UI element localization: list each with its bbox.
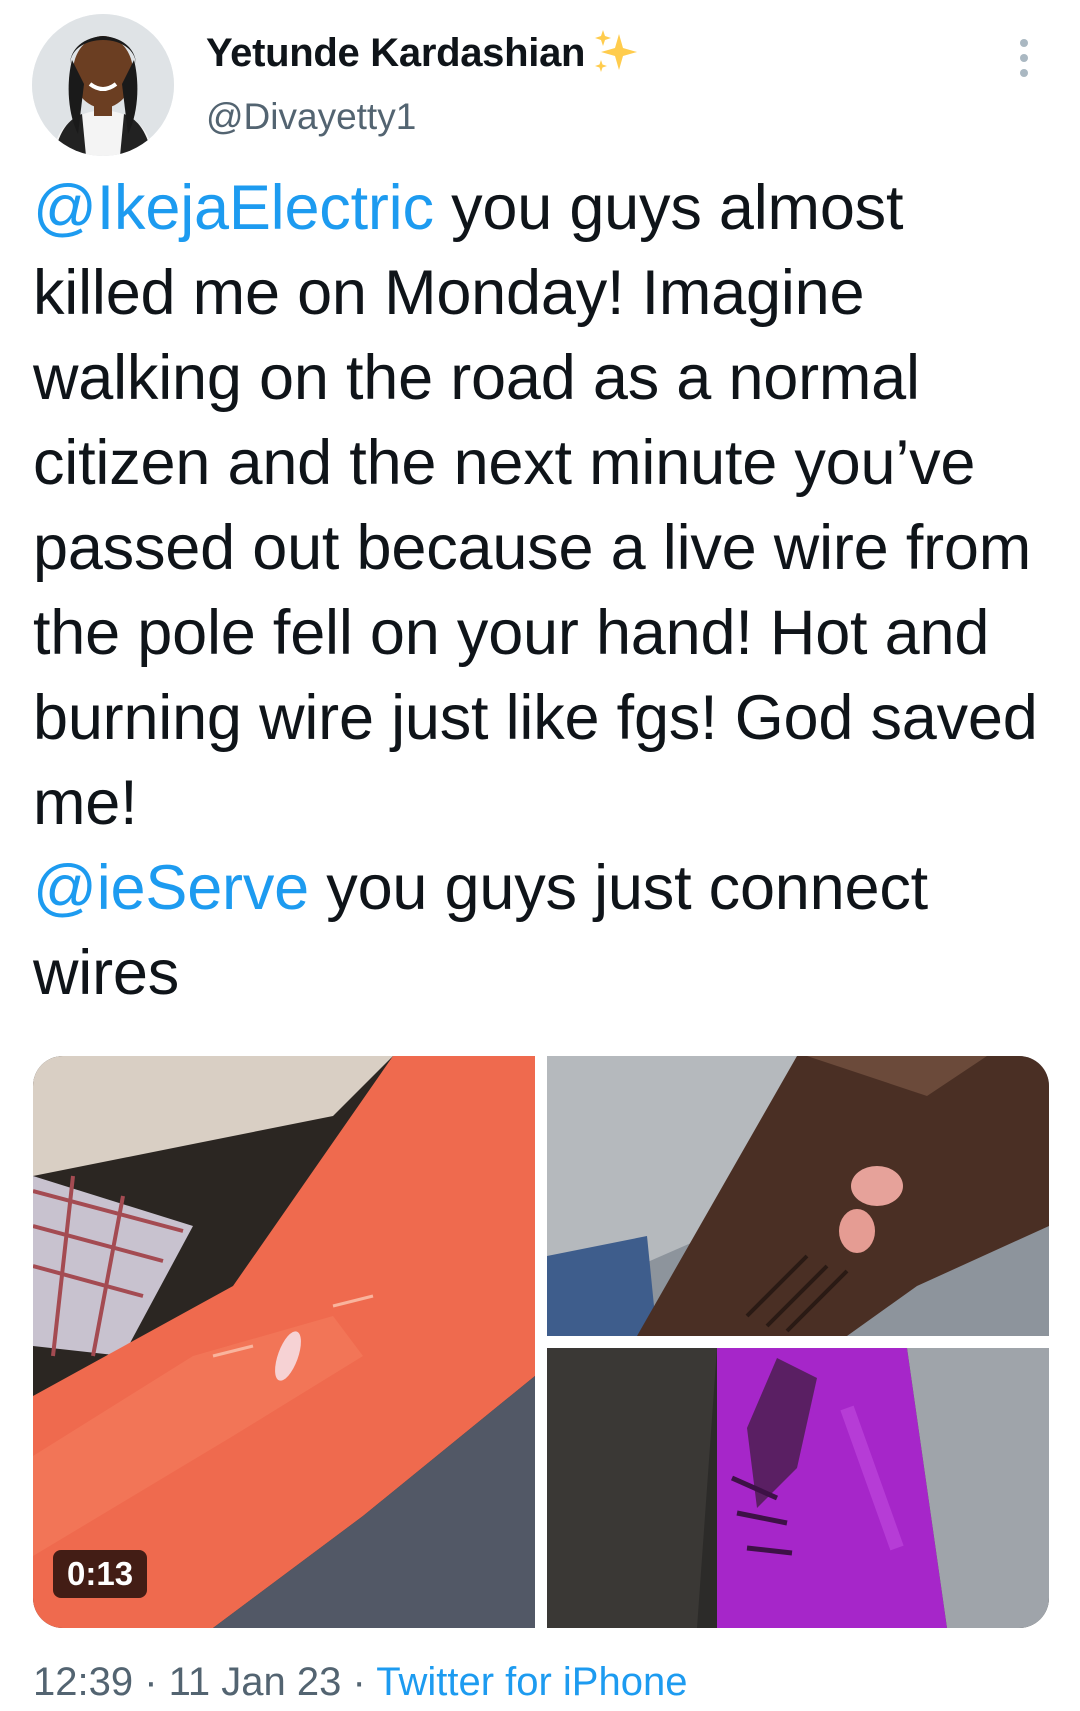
mention-link-ieserve[interactable]: @ieServe bbox=[33, 853, 309, 923]
author-display-name[interactable]: Yetunde Kardashian bbox=[206, 31, 585, 76]
tweet-time[interactable]: 12:39 bbox=[33, 1660, 133, 1704]
meta-separator: · bbox=[341, 1660, 377, 1704]
media-grid: 0:13 bbox=[33, 1056, 1049, 1628]
meta-separator: · bbox=[133, 1660, 169, 1704]
more-options-icon[interactable] bbox=[1012, 36, 1036, 80]
tweet-paragraph-1: @IkejaElectric you guys almost killed me… bbox=[33, 166, 1043, 846]
tweet-source-link[interactable]: Twitter for iPhone bbox=[376, 1660, 687, 1704]
author-name-row[interactable]: Yetunde Kardashian bbox=[206, 26, 643, 80]
tweet-date[interactable]: 11 Jan 23 bbox=[169, 1660, 342, 1704]
tweet-text-part-1: you guys almost killed me on Monday! Ima… bbox=[33, 173, 1038, 838]
avatar[interactable] bbox=[32, 14, 174, 156]
video-duration-badge: 0:13 bbox=[53, 1550, 148, 1598]
tweet-text: @IkejaElectric you guys almost killed me… bbox=[33, 166, 1043, 1016]
author-handle[interactable]: @Divayetty1 bbox=[206, 96, 416, 138]
tweet-paragraph-2: @ieServe you guys just connect wires bbox=[33, 846, 1043, 1016]
photo-burned-wrist bbox=[547, 1056, 1049, 1336]
media-photo-2[interactable] bbox=[547, 1056, 1049, 1336]
sparkles-icon bbox=[595, 30, 638, 72]
media-photo-3[interactable] bbox=[547, 1348, 1049, 1628]
mention-link-ikejaelectric[interactable]: @IkejaElectric bbox=[33, 173, 434, 243]
video-thumbnail-arm bbox=[33, 1056, 535, 1628]
media-video[interactable]: 0:13 bbox=[33, 1056, 535, 1628]
avatar-image bbox=[32, 14, 174, 156]
tweet-meta: 12:39 · 11 Jan 23 · Twitter for iPhone bbox=[33, 1660, 687, 1705]
photo-treated-wound bbox=[547, 1348, 1049, 1628]
